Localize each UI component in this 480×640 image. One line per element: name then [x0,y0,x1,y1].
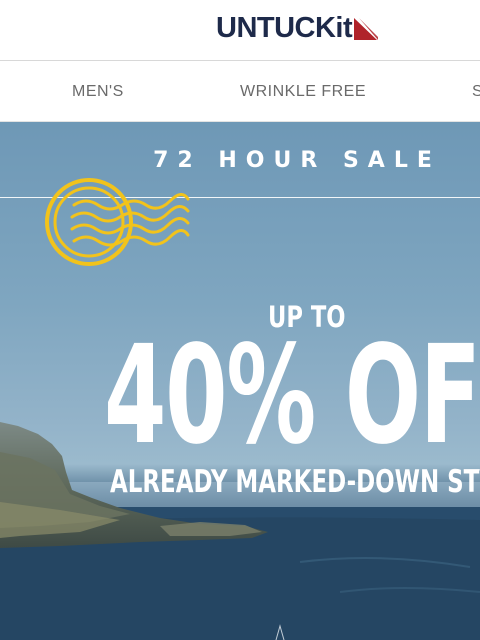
offer-subtitle: ALREADY MARKED-DOWN STYLES [110,464,480,500]
logo-mark-icon [354,18,379,40]
logo-wordmark: UNTUCKit [216,11,353,44]
sale-hero-banner[interactable]: 72 HOUR SALE UP TO 40% OFF ALREADY MARKE… [0,122,480,640]
sale-label: 72 HOUR SALE [153,148,441,173]
nav-item-wrinkle-free[interactable]: WRINKLE FREE [240,61,366,121]
site-header: UNTUCKit [0,0,480,61]
nav-item-mens[interactable]: MEN'S [72,61,124,121]
main-nav: MEN'S WRINKLE FREE S [0,61,480,122]
postmark-stamp-icon [45,178,190,266]
brand-logo[interactable]: UNTUCKit [216,12,379,44]
offer-headline: 40% OFF [104,317,480,475]
nav-item-partial[interactable]: S [472,61,480,121]
